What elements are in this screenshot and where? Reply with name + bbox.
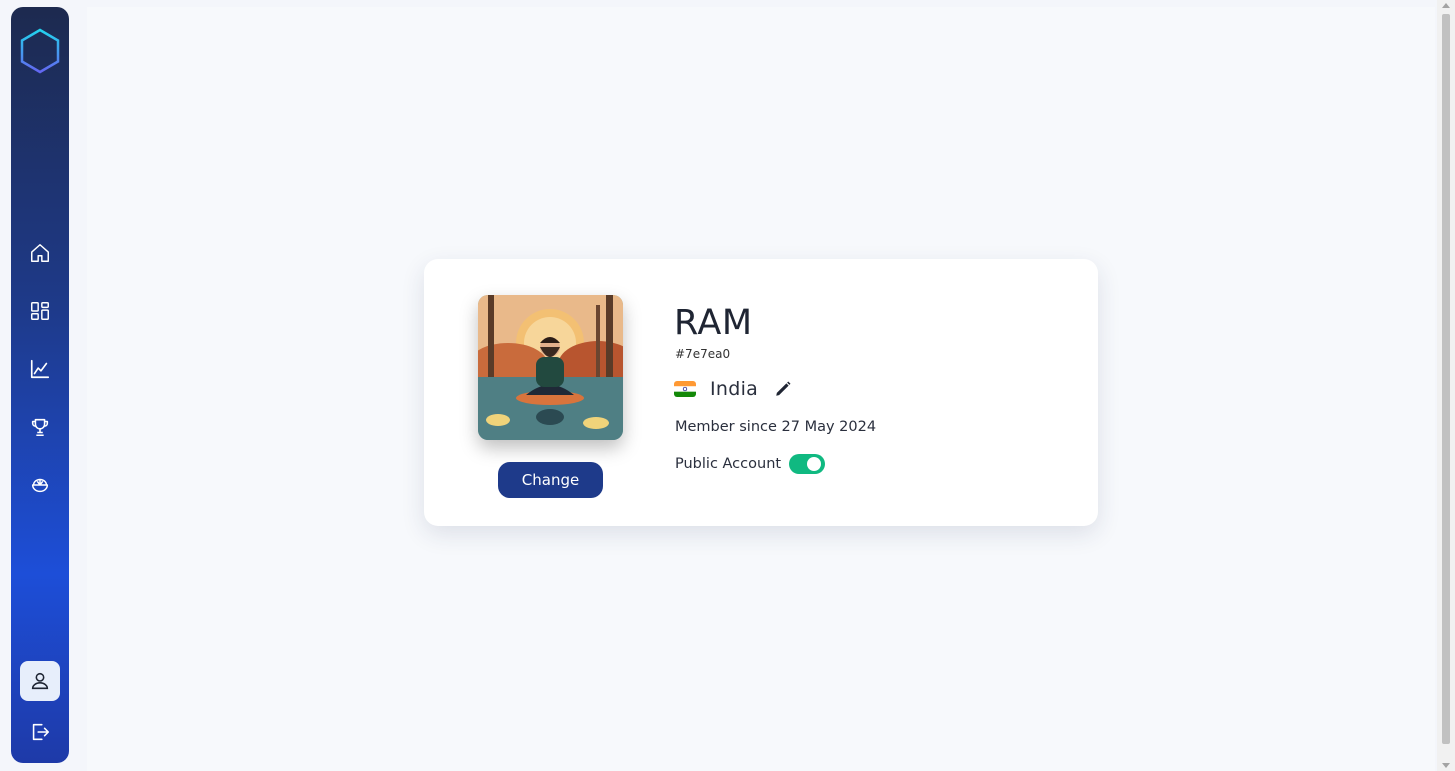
page-scrollbar[interactable] xyxy=(1437,0,1455,771)
pencil-edit-icon[interactable] xyxy=(774,380,792,398)
nav-profile[interactable] xyxy=(20,661,60,701)
profile-card: Change RAM #7e7ea0 India Member since 27… xyxy=(424,259,1098,526)
member-since: Member since 27 May 2024 xyxy=(675,419,877,435)
profile-avatar xyxy=(478,295,623,440)
nav-home[interactable] xyxy=(20,233,60,273)
country-row: India xyxy=(674,378,792,400)
user-icon xyxy=(31,672,49,690)
hexagon-logo-icon[interactable] xyxy=(19,27,61,75)
sidebar xyxy=(11,7,69,763)
public-account-label: Public Account xyxy=(675,456,782,472)
avatar-image xyxy=(478,295,623,440)
bowl-icon xyxy=(31,478,49,493)
nav-logout[interactable] xyxy=(20,712,60,752)
grid-icon xyxy=(31,302,49,320)
nav-stats[interactable] xyxy=(20,349,60,389)
toggle-knob xyxy=(807,457,822,471)
nav-meals[interactable] xyxy=(20,465,60,505)
scroll-up-arrow-icon[interactable] xyxy=(1442,3,1450,8)
india-flag-icon xyxy=(674,381,696,397)
home-icon xyxy=(31,244,49,262)
change-avatar-button[interactable]: Change xyxy=(498,462,603,498)
main-content: Change RAM #7e7ea0 India Member since 27… xyxy=(87,7,1435,771)
public-account-row: Public Account xyxy=(675,454,826,474)
user-id: #7e7ea0 xyxy=(675,347,731,361)
nav-achievements[interactable] xyxy=(20,407,60,447)
country-name: India xyxy=(710,378,759,400)
nav-dashboard[interactable] xyxy=(20,291,60,331)
chart-line-icon xyxy=(30,359,50,379)
scroll-down-arrow-icon[interactable] xyxy=(1442,763,1450,768)
username: RAM xyxy=(674,303,753,343)
scrollbar-thumb[interactable] xyxy=(1442,14,1450,744)
public-account-toggle[interactable] xyxy=(789,454,826,474)
trophy-icon xyxy=(31,418,49,437)
logout-icon xyxy=(32,723,50,741)
